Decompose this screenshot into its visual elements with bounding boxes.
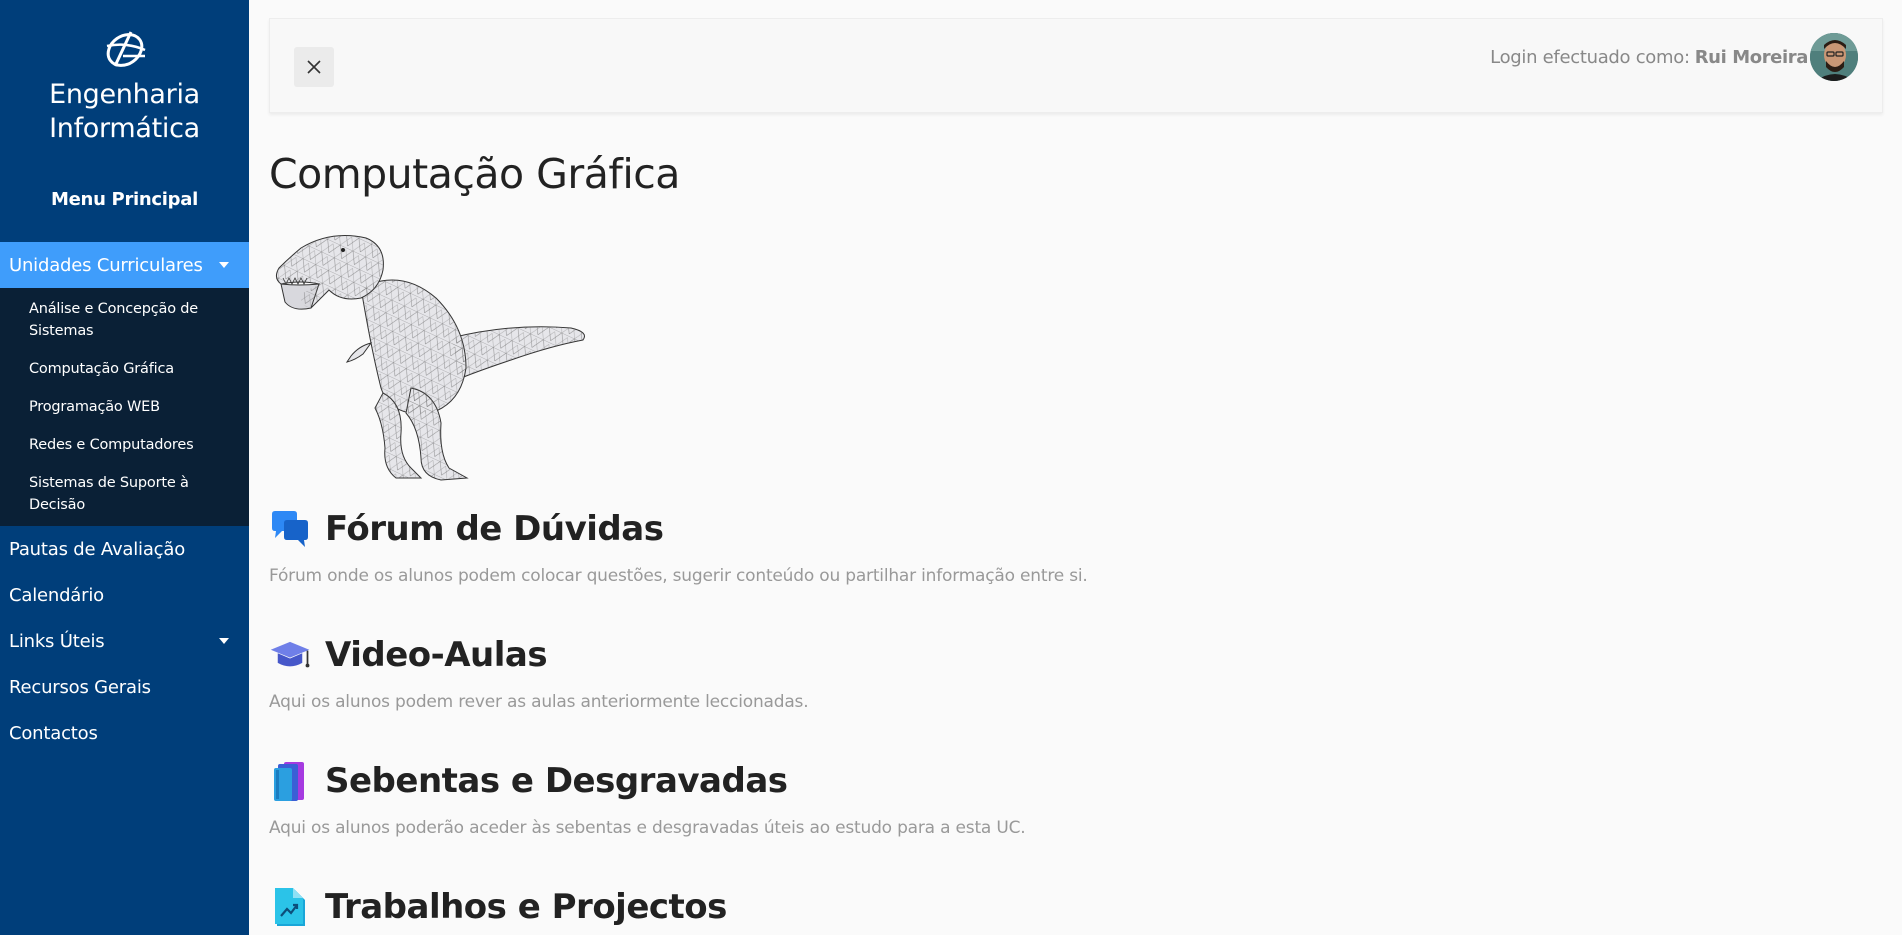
section-sebentas[interactable]: Sebentas e Desgravadas Aqui os alunos po… bbox=[269, 760, 1026, 838]
section-description: Aqui os alunos poderão aceder às sebenta… bbox=[269, 818, 1026, 838]
submenu-item-programacao-web[interactable]: Programação WEB bbox=[0, 392, 249, 422]
sidebar-item-calendario[interactable]: Calendário bbox=[0, 572, 249, 618]
sidebar-item-label: Contactos bbox=[9, 722, 98, 744]
avatar[interactable] bbox=[1810, 33, 1858, 81]
close-sidebar-button[interactable] bbox=[294, 47, 334, 87]
section-description: Aqui os alunos podem rever as aulas ante… bbox=[269, 692, 809, 712]
login-label: Login efectuado como: bbox=[1490, 46, 1690, 68]
section-trabalhos[interactable]: Trabalhos e Projectos bbox=[269, 886, 727, 928]
chat-icon bbox=[269, 508, 311, 550]
dinosaur-illustration bbox=[275, 235, 585, 481]
sidebar-item-label: Recursos Gerais bbox=[9, 676, 151, 698]
section-title: Video-Aulas bbox=[325, 635, 548, 675]
submenu-item-sistemas-suporte[interactable]: Sistemas de Suporte à Decisão bbox=[0, 468, 249, 520]
sidebar-item-links-uteis[interactable]: Links Úteis bbox=[0, 618, 249, 664]
avatar-image bbox=[1810, 33, 1858, 81]
section-description: Fórum onde os alunos podem colocar quest… bbox=[269, 566, 1088, 586]
submenu-item-redes[interactable]: Redes e Computadores bbox=[0, 430, 249, 460]
login-info: Login efectuado como: Rui Moreira bbox=[1490, 33, 1858, 81]
section-title: Sebentas e Desgravadas bbox=[325, 761, 788, 801]
menu-title: Menu Principal bbox=[51, 189, 198, 210]
sidebar-item-label: Calendário bbox=[9, 584, 104, 606]
login-user-name[interactable]: Rui Moreira bbox=[1695, 47, 1809, 68]
brand-logo-icon bbox=[106, 31, 146, 67]
graduation-cap-icon bbox=[269, 634, 311, 676]
sidebar-item-pautas[interactable]: Pautas de Avaliação bbox=[0, 526, 249, 572]
caret-down-icon bbox=[219, 638, 229, 644]
main-content: Login efectuado como: Rui Moreira Comput… bbox=[249, 0, 1902, 935]
sidebar-item-unidades-curriculares[interactable]: Unidades Curriculares bbox=[0, 242, 249, 288]
topbar: Login efectuado como: Rui Moreira bbox=[269, 18, 1883, 113]
brand-name-line2: Informática bbox=[49, 113, 200, 144]
section-title: Trabalhos e Projectos bbox=[325, 887, 727, 927]
section-video-aulas[interactable]: Video-Aulas Aqui os alunos podem rever a… bbox=[269, 634, 809, 712]
brand-name-line1: Engenharia bbox=[49, 79, 200, 110]
submenu-unidades-curriculares: Análise e Concepção de Sistemas Computaç… bbox=[0, 288, 249, 526]
brand[interactable]: Engenharia Informática bbox=[0, 0, 249, 190]
sidebar-item-contactos[interactable]: Contactos bbox=[0, 710, 249, 756]
sidebar-item-label: Unidades Curriculares bbox=[9, 254, 203, 276]
page-title: Computação Gráfica bbox=[269, 150, 680, 198]
caret-down-icon bbox=[219, 262, 229, 268]
close-icon bbox=[307, 60, 321, 74]
document-chart-icon bbox=[269, 886, 311, 928]
sidebar-item-label: Pautas de Avaliação bbox=[9, 538, 186, 560]
sidebar-item-recursos-gerais[interactable]: Recursos Gerais bbox=[0, 664, 249, 710]
submenu-item-computacao-grafica[interactable]: Computação Gráfica bbox=[0, 354, 249, 384]
books-icon bbox=[269, 760, 311, 802]
section-title: Fórum de Dúvidas bbox=[325, 509, 664, 549]
submenu-item-analise[interactable]: Análise e Concepção de Sistemas bbox=[0, 294, 249, 346]
sidebar-item-label: Links Úteis bbox=[9, 630, 105, 652]
sidebar: Engenharia Informática Menu Principal Un… bbox=[0, 0, 249, 935]
section-forum[interactable]: Fórum de Dúvidas Fórum onde os alunos po… bbox=[269, 508, 1088, 586]
